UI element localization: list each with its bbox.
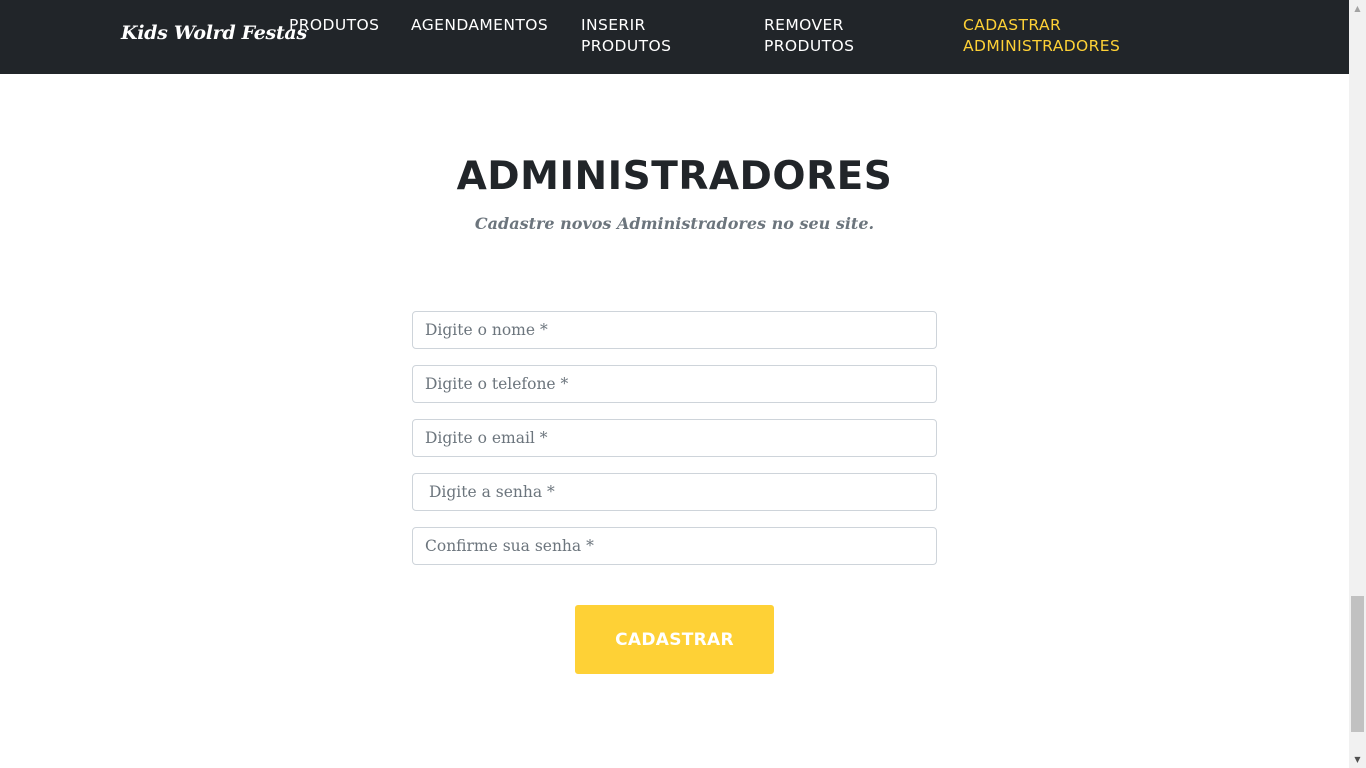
email-input[interactable] [412,419,937,457]
name-input[interactable] [412,311,937,349]
page: Kids Wolrd Festas PRODUTOS AGENDAMENTOS … [0,0,1349,768]
browser-viewport: Kids Wolrd Festas PRODUTOS AGENDAMENTOS … [0,0,1366,768]
phone-input[interactable] [412,365,937,403]
password-input[interactable] [412,473,937,511]
scrollbar-thumb[interactable] [1351,596,1364,732]
cadastrar-button[interactable]: CADASTRAR [575,605,774,674]
nav-item-agendamentos[interactable]: AGENDAMENTOS [411,15,548,36]
brand-logo[interactable]: Kids Wolrd Festas [121,22,307,44]
confirm-password-input[interactable] [412,527,937,565]
navbar: Kids Wolrd Festas PRODUTOS AGENDAMENTOS … [0,0,1349,74]
section-subheading: Cadastre novos Administradores no seu si… [474,214,875,233]
section-heading: ADMINISTRADORES [456,154,893,199]
vertical-scrollbar[interactable]: ▲ ▼ [1349,0,1366,768]
nav-item-produtos[interactable]: PRODUTOS [289,15,379,36]
nav-item-inserir-produtos[interactable]: INSERIR PRODUTOS [581,15,731,57]
nav-item-remover-produtos[interactable]: REMOVER PRODUTOS [764,15,924,57]
nav-item-cadastrar-administradores[interactable]: CADASTRAR ADMINISTRADORES [963,15,1163,57]
triangle-up-icon[interactable]: ▲ [1349,0,1366,17]
triangle-down-icon[interactable]: ▼ [1349,751,1366,768]
